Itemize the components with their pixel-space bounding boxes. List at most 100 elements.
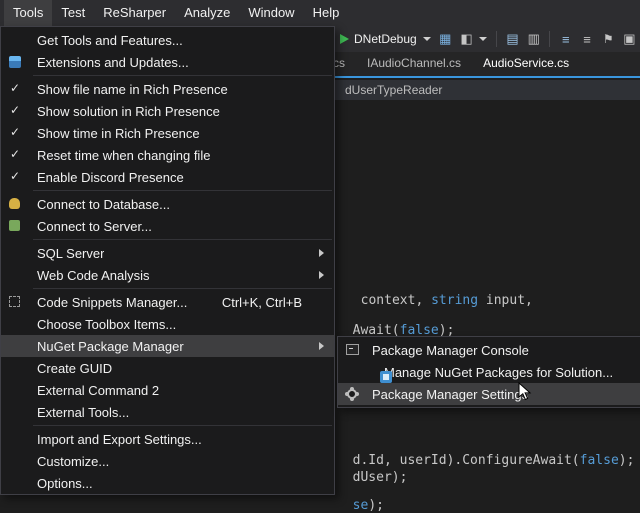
- gear-icon: [347, 389, 357, 399]
- tab-audioservice[interactable]: AudioService.cs: [472, 51, 580, 76]
- code-keyword: false: [580, 453, 619, 468]
- toolbar-separator: [496, 31, 497, 47]
- menu-item-external-command-2[interactable]: External Command 2: [1, 379, 334, 401]
- menu-item-enable-discord-presence[interactable]: Enable Discord Presence: [1, 166, 334, 188]
- toolbar-separator: [549, 31, 550, 47]
- menu-item-show-time[interactable]: Show time in Rich Presence: [1, 122, 334, 144]
- menu-separator: [33, 288, 332, 289]
- menu-item-create-guid[interactable]: Create GUID: [1, 357, 334, 379]
- indent-guides-icon[interactable]: [526, 31, 541, 48]
- menu-separator: [33, 75, 332, 76]
- menu-item-label: External Tools...: [37, 405, 129, 420]
- check-icon: [10, 125, 20, 139]
- submenu-item-label: Package Manager Settings: [372, 387, 528, 402]
- menubar-item-resharper[interactable]: ReSharper: [94, 0, 175, 26]
- code-keyword: se: [353, 498, 369, 513]
- menu-item-label: Options...: [37, 476, 93, 491]
- menu-item-extensions-and-updates[interactable]: Extensions and Updates...: [1, 51, 334, 73]
- sort-lines-icon[interactable]: [558, 31, 573, 48]
- menu-item-customize[interactable]: Customize...: [1, 450, 334, 472]
- menu-item-label: Enable Discord Presence: [37, 170, 184, 185]
- menu-item-choose-toolbox-items[interactable]: Choose Toolbox Items...: [1, 313, 334, 335]
- menubar-item-tools[interactable]: Tools: [4, 0, 52, 26]
- attach-process-icon[interactable]: [438, 31, 453, 48]
- menu-item-label: Import and Export Settings...: [37, 432, 202, 447]
- menu-item-show-file-name[interactable]: Show file name in Rich Presence: [1, 78, 334, 100]
- play-icon[interactable]: [340, 34, 349, 44]
- menu-item-reset-time[interactable]: Reset time when changing file: [1, 144, 334, 166]
- code-text: );: [619, 453, 635, 468]
- menubar-item-analyze[interactable]: Analyze: [175, 0, 239, 26]
- menu-item-code-snippets-manager[interactable]: Code Snippets Manager... Ctrl+K, Ctrl+B: [1, 291, 334, 313]
- menu-item-label: Extensions and Updates...: [37, 55, 189, 70]
- code-line: se);: [337, 483, 384, 513]
- tab-iaudiochannel[interactable]: IAudioChannel.cs: [356, 51, 472, 76]
- menu-item-label: Web Code Analysis: [37, 268, 150, 283]
- code-text: );: [368, 498, 384, 513]
- menu-item-label: Connect to Database...: [37, 197, 170, 212]
- menu-item-label: Code Snippets Manager...: [37, 295, 187, 310]
- line-numbers-icon[interactable]: [579, 31, 594, 48]
- menu-item-nuget-package-manager[interactable]: NuGet Package Manager: [1, 335, 334, 357]
- menu-item-get-tools-and-features[interactable]: Get Tools and Features...: [1, 29, 334, 51]
- menu-item-import-export-settings[interactable]: Import and Export Settings...: [1, 428, 334, 450]
- submenu-item-package-manager-console[interactable]: Package Manager Console: [338, 339, 640, 361]
- code-line: dUser);: [337, 455, 407, 485]
- menu-item-label: SQL Server: [37, 246, 104, 261]
- snippets-icon: [9, 296, 20, 307]
- save-all-icon[interactable]: [622, 31, 637, 48]
- menu-item-label: Show file name in Rich Presence: [37, 82, 228, 97]
- menu-bar: Tools Test ReSharper Analyze Window Help: [0, 0, 640, 26]
- run-target-label[interactable]: DNetDebug: [354, 32, 417, 46]
- menu-item-label: Customize...: [37, 454, 109, 469]
- menu-item-web-code-analysis[interactable]: Web Code Analysis: [1, 264, 334, 286]
- submenu-arrow-icon: [319, 249, 324, 257]
- check-icon: [10, 81, 20, 95]
- menu-item-connect-to-database[interactable]: Connect to Database...: [1, 193, 334, 215]
- menu-item-label: Show solution in Rich Presence: [37, 104, 220, 119]
- manage-packages-icon: [380, 371, 392, 383]
- nuget-package-manager-submenu: Package Manager Console Manage NuGet Pac…: [337, 336, 640, 408]
- database-icon: [9, 198, 20, 209]
- menu-item-label: NuGet Package Manager: [37, 339, 184, 354]
- check-icon: [10, 147, 20, 161]
- menu-item-sql-server[interactable]: SQL Server: [1, 242, 334, 264]
- server-icon: [9, 220, 20, 231]
- submenu-arrow-icon: [319, 271, 324, 279]
- menu-item-external-tools[interactable]: External Tools...: [1, 401, 334, 423]
- menu-item-label: External Command 2: [37, 383, 159, 398]
- menubar-item-help[interactable]: Help: [304, 0, 349, 26]
- check-icon: [10, 169, 20, 183]
- submenu-item-label: Manage NuGet Packages for Solution...: [384, 365, 613, 380]
- menubar-item-window[interactable]: Window: [239, 0, 303, 26]
- submenu-item-label: Package Manager Console: [372, 343, 529, 358]
- extensions-icon: [9, 56, 21, 68]
- new-query-icon[interactable]: [505, 31, 520, 48]
- code-line: context, string input,: [345, 278, 533, 308]
- menu-item-label: Create GUID: [37, 361, 112, 376]
- submenu-arrow-icon: [319, 342, 324, 350]
- breadcrumb[interactable]: dUserTypeReader: [345, 83, 442, 97]
- menu-item-label: Connect to Server...: [37, 219, 152, 234]
- code-keyword: string: [431, 293, 478, 308]
- menubar-item-test[interactable]: Test: [52, 0, 94, 26]
- menu-item-label: Get Tools and Features...: [37, 33, 183, 48]
- submenu-item-manage-nuget-packages[interactable]: Manage NuGet Packages for Solution...: [338, 361, 640, 383]
- menu-separator: [33, 190, 332, 191]
- menu-item-connect-to-server[interactable]: Connect to Server...: [1, 215, 334, 237]
- menu-shortcut: Ctrl+K, Ctrl+B: [222, 295, 324, 310]
- window-layout-dropdown-caret[interactable]: [479, 37, 487, 41]
- console-icon: [346, 344, 359, 355]
- run-target-dropdown-caret[interactable]: [423, 37, 431, 41]
- code-text: input,: [478, 293, 533, 308]
- menu-item-options[interactable]: Options...: [1, 472, 334, 494]
- code-line: Await(false);: [337, 308, 454, 338]
- menu-item-label: Reset time when changing file: [37, 148, 210, 163]
- window-layout-icon[interactable]: [459, 31, 474, 48]
- submenu-item-package-manager-settings[interactable]: Package Manager Settings: [338, 383, 640, 405]
- bookmark-icon[interactable]: [601, 31, 616, 48]
- menu-item-show-solution[interactable]: Show solution in Rich Presence: [1, 100, 334, 122]
- menu-separator: [33, 425, 332, 426]
- check-icon: [10, 103, 20, 117]
- menu-separator: [33, 239, 332, 240]
